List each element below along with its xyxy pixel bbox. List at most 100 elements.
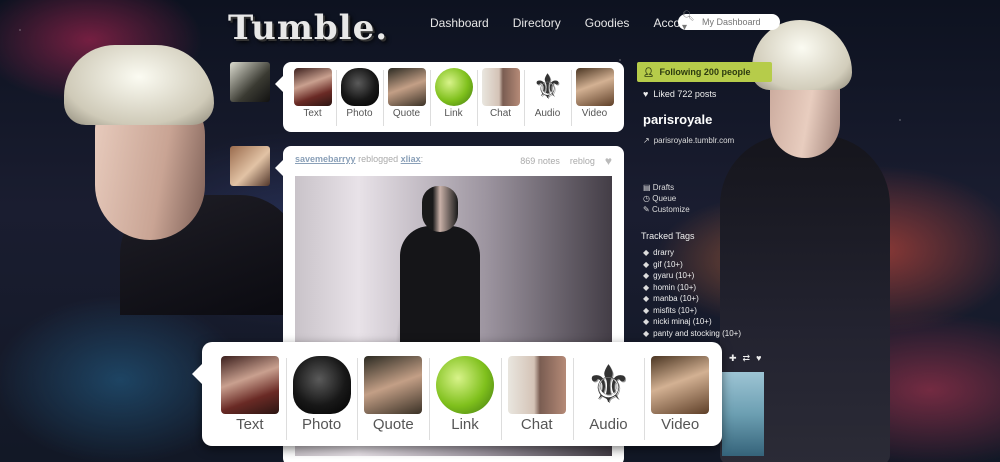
sidebar-image[interactable]	[722, 372, 764, 456]
post-type-link[interactable]: Link	[430, 68, 477, 132]
tracked-tags-title: Tracked Tags	[641, 231, 695, 241]
post-type-label: Photo	[301, 416, 342, 433]
tag-item[interactable]: ◆ drarry	[643, 248, 741, 260]
post-action: reblogged	[358, 154, 399, 164]
post-type-audio-large[interactable]: ⚜ Audio	[572, 356, 645, 446]
nav-directory[interactable]: Directory	[513, 16, 561, 30]
tag-label: gif (10+)	[653, 259, 683, 269]
heart-icon: ♥	[643, 89, 649, 99]
tag-icon: ◆	[643, 259, 650, 269]
tag-item[interactable]: ◆ gyaru (10+)	[643, 271, 741, 283]
tag-item[interactable]: ◆ nicki minaj (10+)	[643, 317, 741, 329]
person-icon: 👤︎	[643, 66, 655, 77]
post-type-bar-large: Text Photo Quote Link Chat ⚜ Audio Video	[192, 342, 722, 446]
text-thumb-icon	[220, 356, 279, 414]
following-button[interactable]: 👤︎ Following 200 people	[637, 62, 772, 82]
tag-item[interactable]: ◆ manba (10+)	[643, 294, 741, 306]
following-label: Following 200 people	[659, 67, 751, 77]
post-user-link[interactable]: savemebarryy	[295, 154, 356, 164]
post-type-chat-large[interactable]: Chat	[500, 356, 573, 446]
tag-label: nicki minaj (10+)	[653, 317, 712, 326]
tag-icon: ◆	[643, 328, 650, 338]
search-input[interactable]	[702, 17, 780, 27]
post-type-chat[interactable]: Chat	[477, 68, 524, 132]
left-portrait-figure	[60, 45, 300, 315]
like-heart-icon[interactable]: ♥	[605, 154, 612, 168]
post-header: savemebarryy reblogged xliax: 869 notes …	[295, 154, 612, 168]
post-type-label: Photo	[346, 108, 373, 119]
post-type-label: Link	[444, 108, 463, 119]
tag-label: manba (10+)	[653, 294, 699, 303]
search-box[interactable]: 🔍︎▾	[678, 11, 780, 33]
post-type-photo-large[interactable]: Photo	[285, 356, 358, 446]
tag-item[interactable]: ◆ homin (10+)	[643, 283, 741, 295]
apple-icon	[434, 68, 473, 106]
post-type-video-large[interactable]: Video	[644, 356, 716, 446]
heart-icon[interactable]: ♥	[756, 353, 761, 364]
text-thumb-icon	[293, 68, 332, 106]
post-type-label: Video	[581, 108, 608, 119]
post-type-photo[interactable]: Photo	[336, 68, 383, 132]
post-type-link-large[interactable]: Link	[429, 356, 501, 446]
customize-link[interactable]: ✎ Customize	[643, 205, 690, 214]
document-icon: ▤	[643, 183, 651, 192]
post-type-label: Chat	[489, 108, 512, 119]
avatar-own[interactable]	[230, 62, 270, 102]
blog-url: parisroyale.tumblr.com	[653, 136, 735, 145]
fleur-de-lis-icon: ⚜	[532, 68, 563, 106]
customize-label: Customize	[651, 205, 690, 214]
blog-url-link[interactable]: ↗ parisroyale.tumblr.com	[643, 136, 734, 145]
post-type-text[interactable]: Text	[289, 68, 336, 132]
post-type-label: Quote	[392, 108, 421, 119]
skull-icon	[292, 356, 351, 414]
video-thumb-icon	[575, 68, 614, 106]
tag-icon: ◆	[643, 294, 650, 303]
blog-links: ▤ Drafts ◷ Queue ✎ Customize	[643, 183, 690, 216]
post-source-link[interactable]: xliax	[401, 154, 421, 164]
post-type-quote[interactable]: Quote	[383, 68, 430, 132]
post-type-bar: Text Photo Quote Link Chat ⚜ Audio Video	[275, 62, 624, 132]
tag-icon: ◆	[643, 271, 650, 280]
post-type-audio[interactable]: ⚜ Audio	[524, 68, 571, 132]
mini-action-icons: ✚ ⇄ ♥	[729, 353, 761, 364]
tracked-tags-list: ◆ drarry ◆ gif (10+) ◆ gyaru (10+) ◆ homin (…	[643, 248, 741, 340]
tag-label: misfits (10+)	[653, 305, 697, 315]
tag-item[interactable]: ◆ misfits (10+)	[643, 306, 741, 318]
tag-label: homin (10+)	[653, 282, 697, 292]
quote-thumb-icon	[364, 356, 423, 414]
blog-name[interactable]: parisroyale	[643, 112, 712, 127]
tag-item[interactable]: ◆ gif (10+)	[643, 260, 741, 272]
drafts-label: Drafts	[652, 183, 675, 192]
post-type-label: Chat	[520, 416, 553, 433]
post-type-label: Audio	[589, 416, 628, 433]
post-notes[interactable]: 869 notes	[520, 156, 560, 166]
post-type-video[interactable]: Video	[571, 68, 618, 132]
post-type-label: Audio	[534, 108, 561, 119]
queue-link[interactable]: ◷ Queue	[643, 194, 690, 203]
nav-dashboard[interactable]: Dashboard	[430, 16, 489, 30]
avatar-poster[interactable]	[230, 146, 270, 186]
plus-icon[interactable]: ✚	[729, 353, 737, 364]
liked-link[interactable]: ♥ Liked 722 posts	[643, 89, 716, 99]
tag-item[interactable]: ◆ panty and stocking (10+)	[643, 329, 741, 341]
tag-label: gyaru (10+)	[653, 271, 695, 280]
tumblr-logo[interactable]: Tumble.	[228, 8, 388, 48]
tag-label: drarry	[653, 248, 675, 257]
tag-icon: ◆	[643, 305, 650, 315]
reblog-link[interactable]: reblog	[570, 156, 595, 166]
nav-goodies[interactable]: Goodies	[585, 16, 630, 30]
fleur-de-lis-icon: ⚜	[585, 356, 632, 414]
clock-icon: ◷	[643, 194, 650, 203]
post-type-label: Quote	[372, 416, 414, 433]
skull-icon	[340, 68, 379, 106]
tag-label: panty and stocking (10+)	[653, 328, 741, 338]
post-type-text-large[interactable]: Text	[214, 356, 286, 446]
post-type-label: Text	[236, 416, 264, 433]
tag-icon: ◆	[643, 317, 650, 326]
post-attribution: savemebarryy reblogged xliax:	[295, 154, 424, 164]
post-type-quote-large[interactable]: Quote	[357, 356, 429, 446]
reblog-icon[interactable]: ⇄	[743, 353, 751, 364]
drafts-link[interactable]: ▤ Drafts	[643, 183, 690, 192]
queue-label: Queue	[652, 194, 677, 203]
tag-icon: ◆	[643, 248, 650, 257]
